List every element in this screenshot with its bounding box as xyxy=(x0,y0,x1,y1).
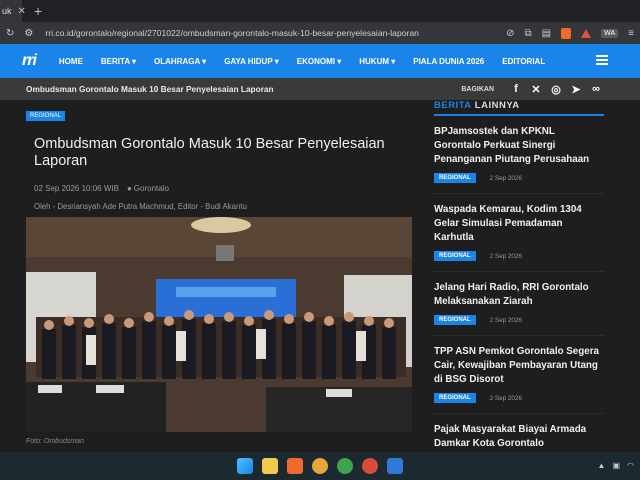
address-bar: ↻ ⚙ rri.co.id/gorontalo/regional/2701022… xyxy=(0,22,640,44)
brave-rewards-icon[interactable] xyxy=(581,28,592,38)
article-location: Gorontalo xyxy=(133,184,169,193)
brave-shield-icon[interactable] xyxy=(561,27,572,39)
chrome-alt-icon[interactable] xyxy=(362,458,378,474)
related-title[interactable]: BPJamsostek dan KPKNL Gorontalo Perkuat … xyxy=(434,125,604,167)
whatsapp-icon[interactable]: ◎ xyxy=(550,83,562,96)
facebook-icon[interactable]: f xyxy=(510,83,522,95)
related-date: 2 Sep 2026 xyxy=(489,174,522,182)
chrome-icon[interactable] xyxy=(312,458,328,474)
main-menu: HOME BERITA ▾ OLAHRAGA ▾ GAYA HIDUP ▾ EK… xyxy=(50,57,554,66)
menu-item-gaya-hidup[interactable]: GAYA HIDUP ▾ xyxy=(215,57,288,66)
sidebar-related-news: BERITA LAINNYA BPJamsostek dan KPKNL Gor… xyxy=(434,100,604,452)
site-info-icon[interactable]: ⚙ xyxy=(24,28,33,39)
chrome-profile-icon[interactable] xyxy=(337,458,353,474)
system-tray: ▲ ▣ ◠ xyxy=(598,461,634,470)
tray-chevron-icon[interactable]: ▲ xyxy=(598,461,606,470)
list-item[interactable]: Waspada Kemarau, Kodim 1304 Gelar Simula… xyxy=(434,203,604,272)
category-badge[interactable]: REGIONAL xyxy=(26,111,66,121)
related-badge[interactable]: REGIONAL xyxy=(434,393,476,403)
list-item[interactable]: Jelang Hari Radio, RRI Gorontalo Melaksa… xyxy=(434,281,604,336)
related-date: 2 Sep 2026 xyxy=(489,394,522,402)
list-item[interactable]: BPJamsostek dan KPKNL Gorontalo Perkuat … xyxy=(434,125,604,194)
telegram-icon[interactable]: ➤ xyxy=(570,83,582,96)
new-tab-button[interactable]: + xyxy=(34,3,42,19)
hamburger-menu-icon[interactable] xyxy=(596,55,608,67)
share-label: BAGIKAN xyxy=(461,85,494,93)
group-photo-illustration xyxy=(26,217,412,432)
article-photo xyxy=(26,217,412,432)
location-pin-icon: ● xyxy=(126,184,132,193)
browser-tab[interactable]: uk ✕ xyxy=(0,0,26,22)
url-field[interactable]: rri.co.id/gorontalo/regional/2701022/omb… xyxy=(45,28,419,38)
sticky-title-bar: Ombudsman Gorontalo Masuk 10 Besar Penye… xyxy=(0,78,640,100)
related-title[interactable]: Pajak Masyarakat Biayai Armada Damkar Ko… xyxy=(434,423,604,451)
site-logo[interactable]: rri xyxy=(22,52,37,70)
app-icon[interactable] xyxy=(387,458,403,474)
reader-icon[interactable]: ▤ xyxy=(542,28,551,39)
related-badge[interactable]: REGIONAL xyxy=(434,251,476,261)
article-meta: 02 Sep 2026 10:06 WIB ● Gorontalo xyxy=(34,184,412,193)
menu-item-home[interactable]: HOME xyxy=(50,57,92,66)
menu-item-hukum[interactable]: HUKUM ▾ xyxy=(350,57,404,66)
menu-item-olahraga[interactable]: OLAHRAGA ▾ xyxy=(145,57,215,66)
copy-link-icon[interactable]: ∞ xyxy=(590,83,602,95)
tab-title: uk xyxy=(2,6,12,16)
list-item[interactable]: Pajak Masyarakat Biayai Armada Damkar Ko… xyxy=(434,423,604,452)
file-explorer-icon[interactable] xyxy=(262,458,278,474)
share-bar: BAGIKAN f ✕ ◎ ➤ ∞ xyxy=(461,83,602,96)
menu-icon[interactable]: ≡ xyxy=(628,28,634,39)
tray-app-icon[interactable]: ▣ xyxy=(612,461,620,470)
photo-caption: Foto: Ombudsman xyxy=(26,438,84,445)
x-icon[interactable]: ✕ xyxy=(530,83,542,96)
article-date: 02 Sep 2026 10:06 WIB xyxy=(34,184,119,193)
windows-start-icon[interactable] xyxy=(237,458,253,474)
related-title[interactable]: Jelang Hari Radio, RRI Gorontalo Melaksa… xyxy=(434,281,604,309)
profile-badge[interactable]: WA xyxy=(601,28,619,38)
translate-icon[interactable]: ⊘ xyxy=(506,28,514,39)
related-date: 2 Sep 2026 xyxy=(489,316,522,324)
sidebar-divider xyxy=(434,114,604,116)
menu-item-piala-dunia[interactable]: PIALA DUNIA 2026 xyxy=(404,57,493,66)
wifi-icon[interactable]: ◠ xyxy=(627,461,634,470)
menu-item-berita[interactable]: BERITA ▾ xyxy=(92,57,145,66)
brave-browser-icon[interactable] xyxy=(287,458,303,474)
page-content: REGIONAL Ombudsman Gorontalo Masuk 10 Be… xyxy=(0,100,640,452)
related-title[interactable]: Waspada Kemarau, Kodim 1304 Gelar Simula… xyxy=(434,203,604,245)
related-title[interactable]: TPP ASN Pemkot Gorontalo Segera Cair, Ke… xyxy=(434,345,604,387)
related-date: 2 Sep 2026 xyxy=(489,252,522,260)
sidebar-heading: BERITA LAINNYA xyxy=(434,100,520,111)
article-byline: Oleh - Desriansyah Ade Putra Machmud, Ed… xyxy=(34,202,247,211)
article: REGIONAL Ombudsman Gorontalo Masuk 10 Be… xyxy=(26,100,412,445)
reload-icon[interactable]: ↻ xyxy=(6,28,14,39)
share-page-icon[interactable]: ⧉ xyxy=(525,28,532,39)
menu-item-editorial[interactable]: EDITORIAL xyxy=(493,57,554,66)
tab-close-icon[interactable]: ✕ xyxy=(18,6,26,17)
related-badge[interactable]: REGIONAL xyxy=(434,173,476,183)
related-badge[interactable]: REGIONAL xyxy=(434,315,476,325)
list-item[interactable]: TPP ASN Pemkot Gorontalo Segera Cair, Ke… xyxy=(434,345,604,414)
sticky-article-title: Ombudsman Gorontalo Masuk 10 Besar Penye… xyxy=(26,84,274,94)
site-nav: rri HOME BERITA ▾ OLAHRAGA ▾ GAYA HIDUP … xyxy=(0,44,640,78)
browser-tab-strip: uk ✕ + xyxy=(0,0,640,22)
article-title: Ombudsman Gorontalo Masuk 10 Besar Penye… xyxy=(34,136,385,169)
os-taskbar: ▲ ▣ ◠ xyxy=(0,452,640,480)
menu-item-ekonomi[interactable]: EKONOMI ▾ xyxy=(288,57,350,66)
